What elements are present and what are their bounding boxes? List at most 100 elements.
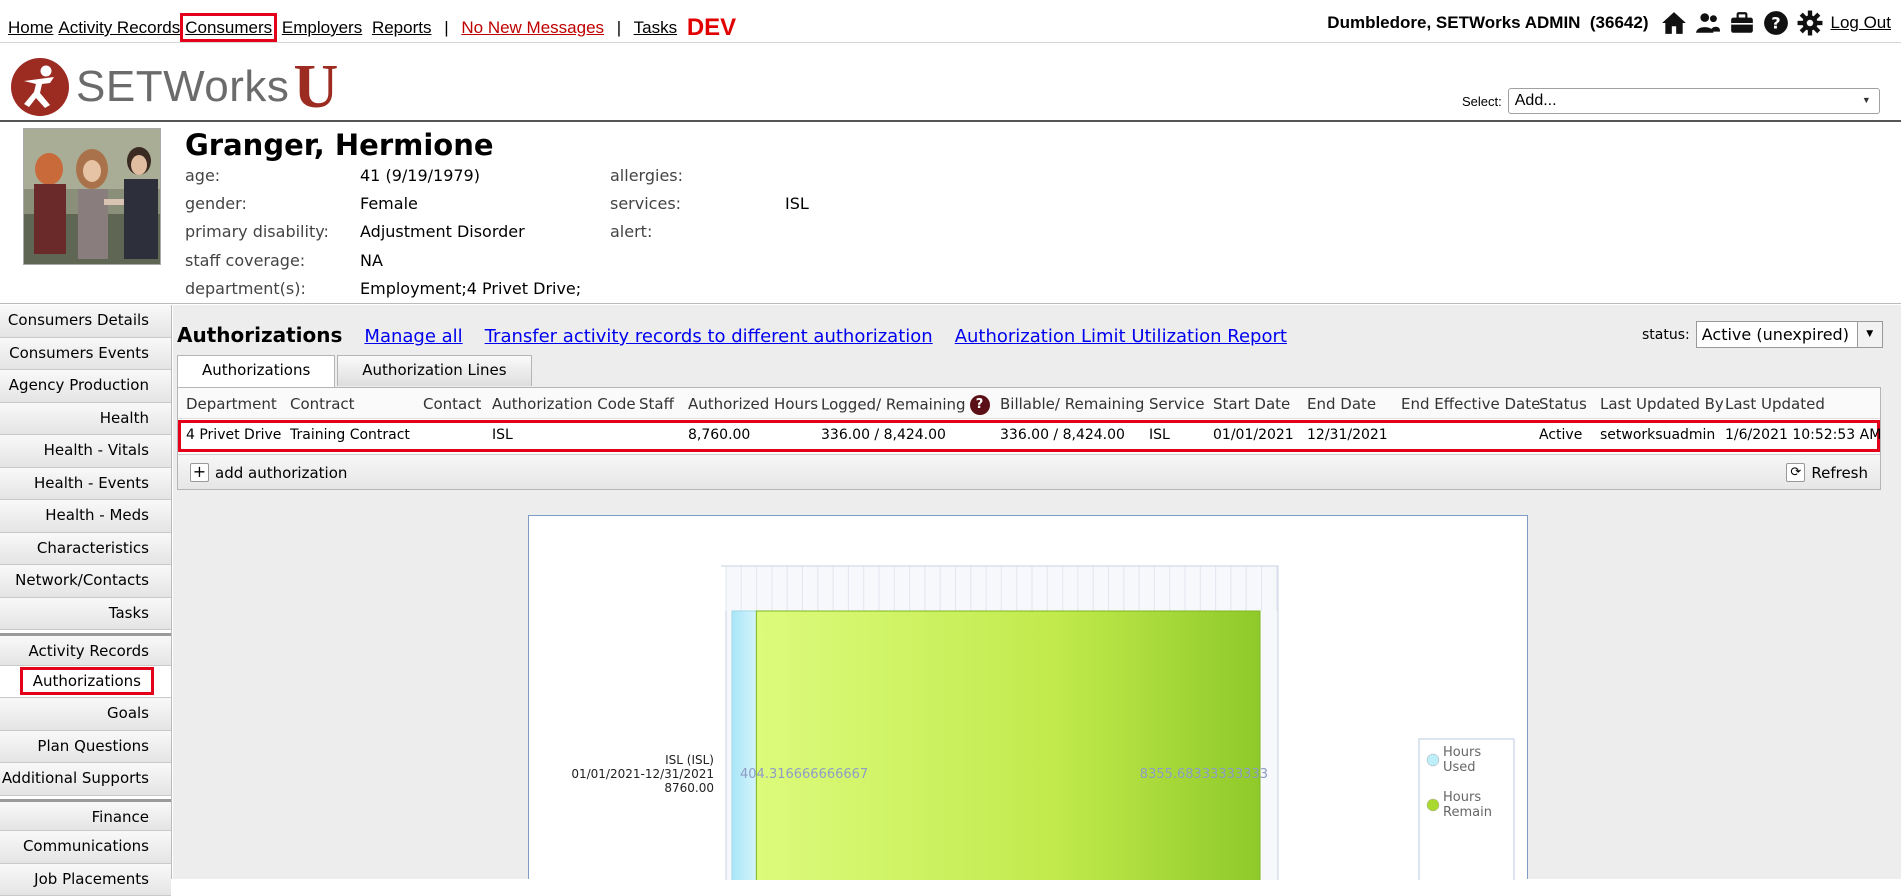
sidebar-item-agency-production[interactable]: Agency Production	[0, 370, 171, 403]
sidebar-item-job-placements[interactable]: Job Placements	[0, 864, 171, 896]
col-contact[interactable]: Contact	[423, 395, 481, 413]
manage-all-link[interactable]: Manage all	[364, 326, 462, 347]
user-name: Dumbledore, SETWorks ADMIN (36642)	[1327, 13, 1648, 33]
table-row[interactable]: 4 Privet Drive Training Contract ISL 8,7…	[181, 423, 1877, 449]
status-label: status:	[1642, 327, 1690, 343]
sidebar-item-finance[interactable]: Finance	[0, 799, 171, 832]
col-last-updated-by[interactable]: Last Updated By	[1600, 395, 1724, 413]
sidebar-item-consumers-events[interactable]: Consumers Events	[0, 338, 171, 371]
sidebar-item-tasks[interactable]: Tasks	[0, 598, 171, 631]
logout-link[interactable]: Log Out	[1831, 13, 1892, 33]
col-logged-remaining[interactable]: Logged/ Remaining?	[821, 395, 990, 415]
authorization-chart: ISL (ISL)01/01/2021-12/31/20218760.00 40…	[528, 515, 1528, 879]
chart-svg: ISL (ISL)01/01/2021-12/31/20218760.00 40…	[529, 516, 1529, 880]
nav-activity-records-link[interactable]: Activity Records	[58, 18, 180, 37]
sidebar-item-label: Health - Meds	[45, 506, 149, 524]
sidebar-item-label: Communications	[23, 837, 149, 855]
bar-hours-used[interactable]	[732, 611, 756, 880]
sidebar-item-label: Tasks	[109, 604, 149, 622]
data-label: 8355.68333333333	[1140, 767, 1268, 782]
gear-icon[interactable]	[1797, 10, 1823, 36]
cell-contract: Training Contract	[290, 427, 410, 443]
tab-authorization-lines[interactable]: Authorization Lines	[337, 355, 531, 386]
refresh-icon: ⟳	[1786, 463, 1805, 482]
people-icon[interactable]	[1695, 10, 1721, 36]
help-icon[interactable]: ?	[970, 395, 990, 415]
col-logged-remaining-label: Logged/ Remaining	[821, 396, 966, 414]
tab-authorizations[interactable]: Authorizations	[177, 355, 335, 387]
col-last-updated[interactable]: Last Updated	[1725, 395, 1825, 413]
col-contract[interactable]: Contract	[290, 395, 355, 413]
svg-text:?: ?	[1771, 13, 1780, 32]
sidebar-item-health-meds[interactable]: Health - Meds	[0, 500, 171, 533]
dev-badge: DEV	[687, 14, 736, 41]
main-content: Authorizations Manage all Transfer activ…	[173, 305, 1901, 879]
table-header: Department Contract Contact Authorizatio…	[178, 388, 1880, 419]
limit-utilization-report-link[interactable]: Authorization Limit Utilization Report	[955, 326, 1287, 347]
add-select-dropdown[interactable]: Add...	[1508, 88, 1880, 114]
logo-u: U	[293, 56, 338, 118]
sidebar-item-consumers-details[interactable]: Consumers Details	[0, 305, 171, 338]
legend-label: Hours	[1443, 745, 1481, 760]
primary-disability-label: primary disability:	[185, 222, 329, 241]
col-billable-remaining[interactable]: Billable/ Remaining	[1000, 395, 1144, 413]
category-label-line: 8760.00	[664, 781, 714, 795]
col-status[interactable]: Status	[1539, 395, 1587, 413]
col-authorized-hours[interactable]: Authorized Hours	[688, 395, 818, 413]
alert-label: alert:	[610, 222, 652, 241]
col-end-date[interactable]: End Date	[1307, 395, 1376, 413]
status-dropdown[interactable]: Active (unexpired)	[1696, 321, 1883, 348]
briefcase-icon[interactable]	[1729, 10, 1755, 36]
sidebar-item-activity-records[interactable]: Activity Records	[0, 633, 171, 666]
cell-end-date: 12/31/2021	[1307, 427, 1388, 443]
sidebar-item-label: Consumers Events	[9, 344, 149, 362]
refresh-button[interactable]: ⟳ Refresh	[1786, 463, 1868, 482]
nav-links: HomeActivity RecordsConsumers Employers …	[8, 12, 741, 40]
col-service[interactable]: Service	[1149, 395, 1204, 413]
primary-disability-value: Adjustment Disorder	[360, 222, 525, 241]
logo-wordmark: SETWorks	[76, 62, 289, 112]
logo-bar: SETWorks U Select: Add...	[0, 44, 1901, 122]
sidebar-item-characteristics[interactable]: Characteristics	[0, 533, 171, 566]
consumer-header: Granger, Hermione age: 41 (9/19/1979) ge…	[0, 124, 1901, 304]
cell-authorized-hours: 8,760.00	[688, 427, 750, 443]
tabs: Authorizations Authorization Lines	[177, 355, 534, 387]
sidebar-item-health-events[interactable]: Health - Events	[0, 468, 171, 501]
help-icon[interactable]: ?	[1763, 10, 1789, 36]
sidebar: Consumers Details Consumers Events Agenc…	[0, 305, 172, 879]
col-department[interactable]: Department	[186, 395, 277, 413]
bar-hours-remain[interactable]	[756, 611, 1260, 880]
sidebar-item-label: Goals	[107, 704, 149, 722]
col-authorization-code[interactable]: Authorization Code	[492, 395, 636, 413]
sidebar-item-label: Additional Supports	[2, 769, 149, 787]
logo[interactable]: SETWorks U	[10, 56, 338, 118]
cell-status: Active	[1539, 427, 1582, 443]
nav-tasks-link[interactable]: Tasks	[634, 18, 677, 37]
transfer-activity-records-link[interactable]: Transfer activity records to different a…	[485, 326, 933, 347]
col-start-date[interactable]: Start Date	[1213, 395, 1290, 413]
add-select: Select: Add...	[1462, 88, 1880, 114]
user-name-text: Dumbledore, SETWorks ADMIN	[1327, 13, 1580, 32]
nav-home-link[interactable]: Home	[8, 18, 53, 37]
sidebar-item-network-contacts[interactable]: Network/Contacts	[0, 565, 171, 598]
nav-reports-link[interactable]: Reports	[372, 18, 432, 37]
home-icon[interactable]	[1661, 10, 1687, 36]
sidebar-item-communications[interactable]: Communications	[0, 831, 171, 864]
nav-messages-link[interactable]: No New Messages	[461, 18, 604, 37]
col-staff[interactable]: Staff	[639, 395, 674, 413]
nav-employers-link[interactable]: Employers	[282, 18, 362, 37]
consumer-name: Granger, Hermione	[185, 128, 494, 162]
sidebar-item-label: Activity Records	[28, 642, 149, 660]
cell-billable-remaining: 336.00 / 8,424.00	[1000, 427, 1125, 443]
add-authorization-button[interactable]: + add authorization	[190, 463, 347, 482]
sidebar-item-authorizations[interactable]: Authorizations	[0, 666, 171, 699]
sidebar-item-plan-questions[interactable]: Plan Questions	[0, 731, 171, 764]
nav-consumers-link[interactable]: Consumers	[185, 18, 272, 37]
sidebar-item-additional-supports[interactable]: Additional Supports	[0, 763, 171, 796]
sidebar-item-health[interactable]: Health	[0, 403, 171, 436]
nav-separator: |	[444, 18, 448, 37]
legend-marker	[1427, 799, 1439, 811]
sidebar-item-goals[interactable]: Goals	[0, 698, 171, 731]
col-end-effective-date[interactable]: End Effective Date	[1401, 395, 1540, 413]
sidebar-item-health-vitals[interactable]: Health - Vitals	[0, 435, 171, 468]
